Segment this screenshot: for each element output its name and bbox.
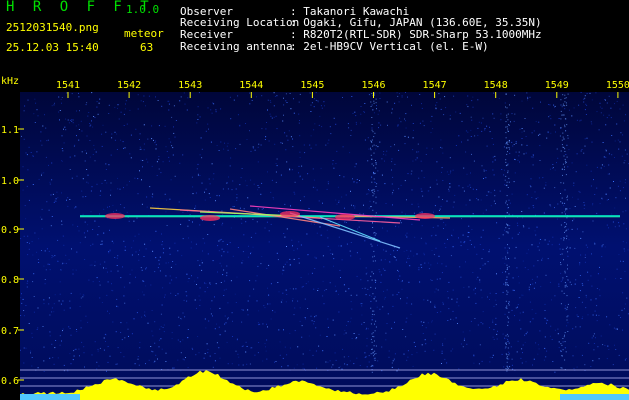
x-tick-label: 1544 xyxy=(239,80,263,91)
x-tick-label: 1549 xyxy=(545,80,569,91)
y-tick-label: 0.6 xyxy=(1,376,19,387)
y-tick-label: 0.8 xyxy=(1,275,19,286)
y-tick-label: 0.7 xyxy=(1,326,19,337)
antenna-label: Receiving antenna xyxy=(180,40,293,53)
meteor-label: meteor xyxy=(124,27,164,40)
x-tick-label: 1546 xyxy=(361,80,385,91)
x-tick-label: 1547 xyxy=(423,80,447,91)
y-tick-label: 1.0 xyxy=(1,176,19,187)
meteor-count: 63 xyxy=(140,41,154,54)
x-tick-label: 1545 xyxy=(300,80,324,91)
filename-label: 2512031540.png xyxy=(6,21,99,34)
x-tick-label: 1548 xyxy=(484,80,508,91)
x-tick-label: 1542 xyxy=(117,80,141,91)
x-tick-label: 1550 xyxy=(606,80,629,91)
antenna-value: : 2el-HB9CV Vertical (el. E-W) xyxy=(290,40,489,53)
header-panel: H R O F F T 1.0.0 2512031540.png meteor … xyxy=(0,0,629,76)
x-tick-label: 1541 xyxy=(56,80,80,91)
y-tick-label: 0.9 xyxy=(1,225,19,236)
spectrogram: 1541 1542 1543 1544 1545 1546 1547 1548 1549 1550… xyxy=(0,76,629,400)
y-tick-label: 1.1 xyxy=(1,125,19,136)
app-version: 1.0.0 xyxy=(126,3,160,16)
y-unit-label: kHz xyxy=(1,76,19,87)
datetime-label: 25.12.03 15:40 xyxy=(6,41,99,54)
x-tick-label: 1543 xyxy=(178,80,202,91)
